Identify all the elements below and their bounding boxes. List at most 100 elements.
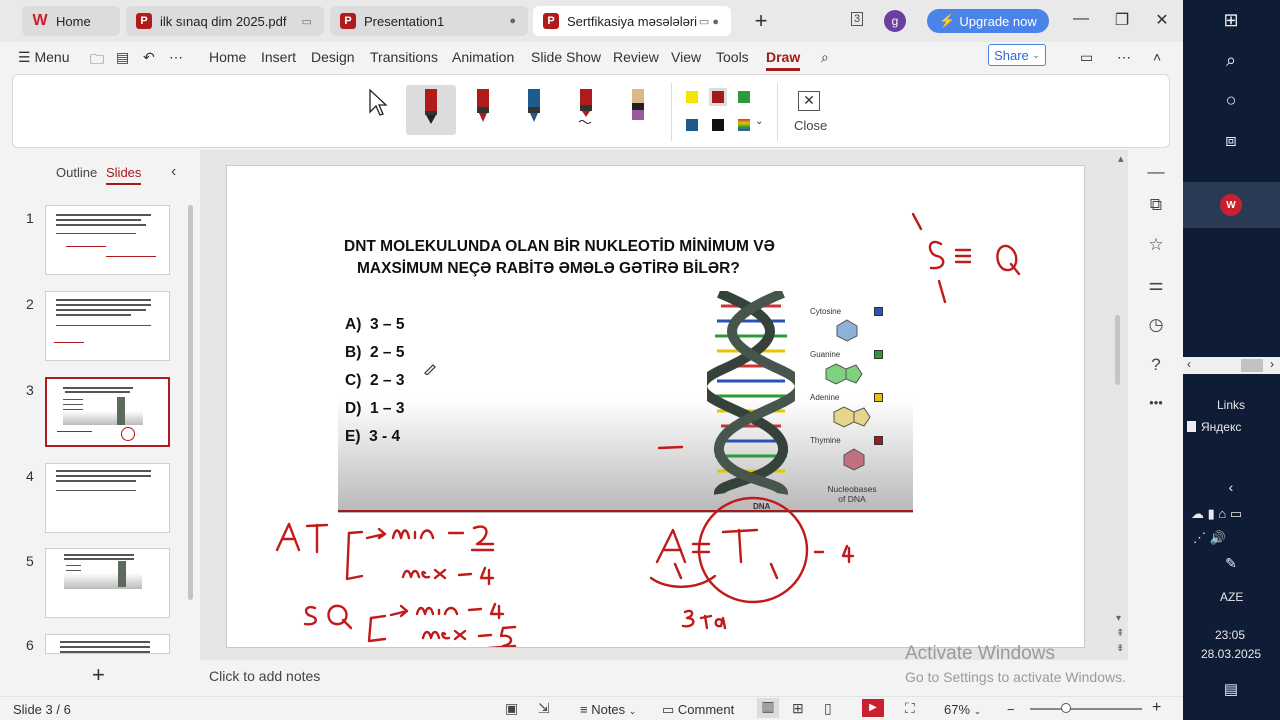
menu-animation[interactable]: Animation: [452, 49, 514, 65]
menu-home[interactable]: Home: [209, 49, 246, 65]
menu-review[interactable]: Review: [613, 49, 659, 65]
swatch-dark-red[interactable]: [712, 91, 724, 103]
select-pointer-icon[interactable]: [368, 88, 388, 118]
close-window-icon[interactable]: ✕: [1152, 10, 1172, 30]
menu-view[interactable]: View: [671, 49, 701, 65]
zoom-level[interactable]: 67% ⌄: [944, 702, 981, 717]
close-draw-icon[interactable]: ✕: [798, 91, 820, 111]
notes-button[interactable]: ≡ Notes ⌄: [580, 702, 636, 717]
pen-blue-icon[interactable]: [526, 89, 542, 125]
collapse-panel-icon[interactable]: ‹: [171, 163, 176, 181]
show-hidden-icons[interactable]: ‹: [1219, 479, 1243, 495]
panel-scrollbar[interactable]: [188, 205, 193, 600]
search-icon[interactable]: ⌕: [821, 49, 829, 66]
comment-icon[interactable]: ▭: [1080, 49, 1093, 66]
restore-icon[interactable]: ❐: [1112, 10, 1132, 30]
pen-red-icon[interactable]: [475, 89, 491, 125]
tab-sertfikasiya[interactable]: P Sertfikasiya məsələləri ▭ ●: [533, 6, 731, 36]
cortana-icon[interactable]: ○: [1219, 90, 1243, 111]
swatch-black[interactable]: [712, 119, 724, 131]
scroll-down-icon[interactable]: ▾: [1116, 613, 1121, 624]
undo-icon[interactable]: ↶: [143, 49, 155, 66]
clock-time[interactable]: 23:05: [1215, 628, 1245, 642]
more-icon[interactable]: •••: [1145, 395, 1167, 410]
fit-window-icon[interactable]: ⛶: [905, 700, 915, 717]
menu-insert[interactable]: Insert: [261, 49, 296, 65]
slide-thumbnail-5[interactable]: [45, 548, 170, 618]
play-slideshow-icon[interactable]: ▶: [862, 699, 884, 717]
zoom-slider-track[interactable]: [1030, 708, 1142, 710]
tab-slides[interactable]: Slides: [106, 165, 142, 185]
tab-home[interactable]: W Home: [22, 6, 120, 36]
monitor-icon[interactable]: ▭: [302, 15, 312, 28]
swatch-green[interactable]: [738, 91, 750, 103]
taskbar-wps-app[interactable]: W: [1183, 182, 1280, 228]
tab-presentation1[interactable]: P Presentation1 ●: [330, 6, 528, 36]
menu-draw[interactable]: Draw: [766, 49, 801, 71]
slide-thumbnail-3[interactable]: [45, 377, 170, 447]
chevron-down-icon[interactable]: ⌄: [755, 116, 763, 127]
menu-button[interactable]: ☰ Menu: [18, 49, 69, 66]
notes-toggle-icon[interactable]: ⇲: [538, 700, 550, 717]
more-options-icon[interactable]: ⋯: [1117, 49, 1131, 66]
windows-start-icon[interactable]: ⊞: [1219, 10, 1243, 31]
yandex-link[interactable]: Яндекс: [1187, 420, 1241, 434]
pen-red-wavy-icon[interactable]: [578, 89, 594, 125]
clock-date[interactable]: 28.03.2025: [1201, 647, 1261, 661]
language-indicator[interactable]: AZE: [1220, 590, 1243, 604]
zoom-in-icon[interactable]: +: [1152, 699, 1161, 717]
slide[interactable]: DNT MOLEKULUNDA OLAN BİR NUKLEOTİD MİNİM…: [226, 165, 1085, 648]
scroll-up-icon[interactable]: ▴: [1118, 152, 1124, 165]
menu-transitions[interactable]: Transitions: [370, 49, 438, 65]
slide-sorter-icon[interactable]: ⊞: [792, 700, 804, 717]
adjust-icon[interactable]: ⚌: [1145, 275, 1167, 295]
slide-thumbnail-6[interactable]: [45, 634, 170, 654]
minimize-pane-icon[interactable]: —: [1145, 162, 1167, 182]
tray-icons-row-2[interactable]: ⋰ 🔊: [1193, 530, 1226, 546]
close-draw-label[interactable]: Close: [794, 118, 827, 133]
highlighter-icon[interactable]: [630, 89, 646, 125]
search-icon[interactable]: ⌕: [1219, 50, 1243, 71]
tab-count-badge[interactable]: 3: [851, 12, 864, 26]
prev-slide-icon[interactable]: ⇞: [1116, 628, 1124, 639]
layers-icon[interactable]: ⧉: [1145, 195, 1167, 215]
toolbar-scrollbar[interactable]: ‹ ›: [1183, 357, 1280, 374]
comment-button[interactable]: ▭ Comment: [662, 702, 734, 718]
tab-pdf[interactable]: P ilk sınaq dim 2025.pdf ▭: [126, 6, 324, 36]
tab-outline[interactable]: Outline: [56, 165, 97, 180]
pen-red-selected-icon[interactable]: [423, 89, 439, 125]
folder-icon[interactable]: 🗀: [90, 49, 104, 73]
tray-icons-row-1[interactable]: ☁ ▮ ⌂ ▭: [1191, 506, 1242, 522]
notifications-icon[interactable]: ▤: [1219, 680, 1243, 698]
add-slide-button[interactable]: +: [92, 662, 105, 688]
swatch-blue[interactable]: [686, 119, 698, 131]
normal-view-icon[interactable]: ▥: [757, 698, 779, 718]
upgrade-button[interactable]: ⚡ Upgrade now: [927, 9, 1049, 33]
zoom-slider-thumb[interactable]: [1061, 703, 1071, 713]
slide-thumbnail-1[interactable]: [45, 205, 170, 275]
links-toolbar-label[interactable]: Links: [1217, 398, 1245, 412]
slide-thumbnail-2[interactable]: [45, 291, 170, 361]
menu-slide-show[interactable]: Slide Show: [531, 49, 601, 65]
star-icon[interactable]: ☆: [1145, 235, 1167, 255]
next-slide-icon[interactable]: ⇟: [1116, 643, 1124, 654]
slide-thumbnail-4[interactable]: [45, 463, 170, 533]
minimize-icon[interactable]: —: [1071, 10, 1091, 28]
fit-slide-icon[interactable]: ▣: [505, 700, 518, 717]
task-view-icon[interactable]: ⧈: [1219, 130, 1243, 151]
menu-design[interactable]: Design: [311, 49, 355, 65]
reading-view-icon[interactable]: ▯: [824, 700, 832, 717]
more-icon[interactable]: ⋯: [169, 49, 183, 66]
avatar[interactable]: g: [884, 10, 906, 32]
collapse-ribbon-icon[interactable]: ˄: [1153, 49, 1161, 65]
new-tab-button[interactable]: +: [748, 8, 774, 34]
canvas-scrollbar[interactable]: [1115, 315, 1120, 385]
zoom-out-icon[interactable]: −: [1007, 702, 1015, 717]
menu-tools[interactable]: Tools: [716, 49, 749, 65]
notes-placeholder[interactable]: Click to add notes: [209, 668, 320, 684]
help-icon[interactable]: ?: [1145, 355, 1167, 375]
history-icon[interactable]: ◷: [1145, 315, 1167, 335]
swatch-yellow[interactable]: [686, 91, 698, 103]
save-icon[interactable]: ▤: [116, 49, 129, 66]
swatch-more-colors[interactable]: [738, 119, 750, 131]
